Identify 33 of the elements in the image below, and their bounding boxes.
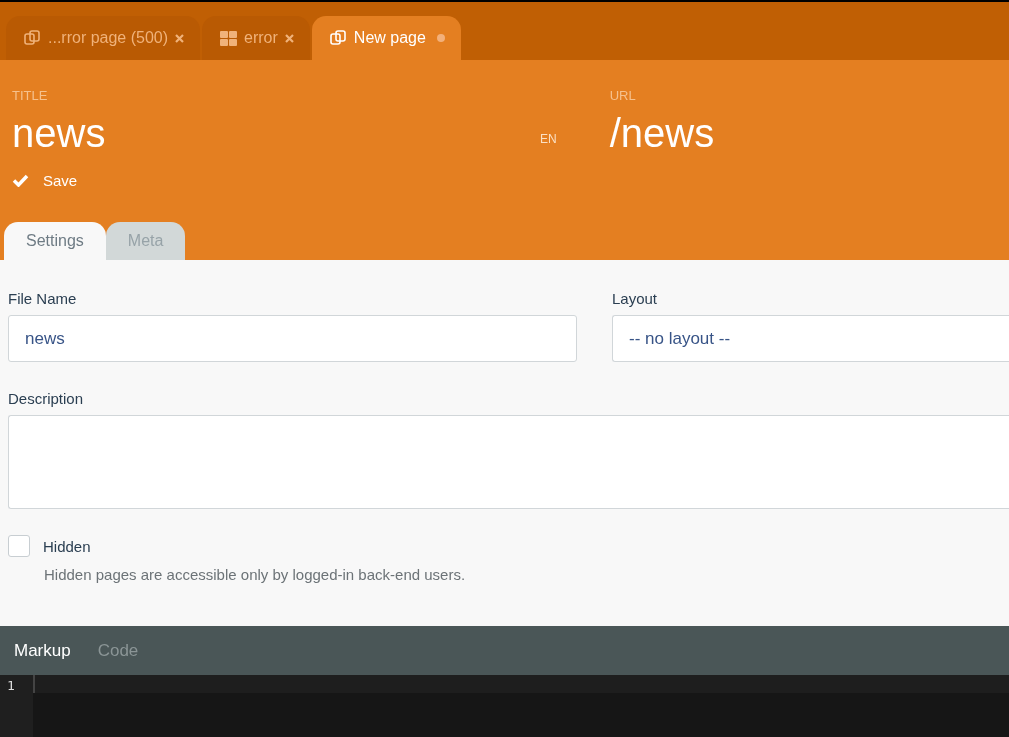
grid-icon [220, 30, 238, 46]
tab-label: error [244, 29, 278, 47]
tab-label: ...rror page (500) [48, 29, 169, 47]
form-tab[interactable]: Settings [4, 222, 106, 260]
locale-label[interactable]: EN [540, 132, 557, 146]
editor-tab[interactable]: Code [97, 640, 139, 661]
field-label: File Name [8, 290, 78, 307]
description-textarea[interactable] [8, 415, 1009, 509]
url-label: URL [609, 88, 637, 103]
file-name-input[interactable]: news [8, 315, 577, 362]
line-number: 1 [6, 677, 16, 693]
form-tab[interactable]: Meta [105, 222, 186, 260]
title-value[interactable]: news [12, 111, 540, 156]
layout-select[interactable]: -- no layout -- [612, 315, 1009, 362]
close-icon[interactable] [175, 33, 185, 43]
pages-icon [24, 29, 41, 47]
field-label: Description [8, 390, 85, 407]
document-tab[interactable]: New page [311, 16, 461, 60]
hidden-checkbox[interactable] [8, 535, 30, 557]
title-label: TITLE [12, 88, 49, 103]
document-tab[interactable]: ...rror page (500) [6, 16, 201, 60]
tab-label: New page [353, 29, 426, 47]
save-button[interactable]: Save [12, 172, 78, 189]
close-icon[interactable] [284, 33, 294, 43]
document-tab[interactable]: error [202, 16, 310, 60]
field-label: Layout [612, 290, 659, 307]
editor-tab[interactable]: Markup [14, 640, 71, 661]
checkmark-icon [12, 174, 29, 187]
url-value[interactable]: /news [609, 111, 715, 156]
code-editor[interactable]: 1 [0, 675, 1009, 737]
pages-icon [329, 29, 347, 47]
help-text: Hidden pages are accessible only by logged-in back-end users. [44, 566, 467, 583]
checkbox-label[interactable]: Hidden [43, 537, 91, 555]
